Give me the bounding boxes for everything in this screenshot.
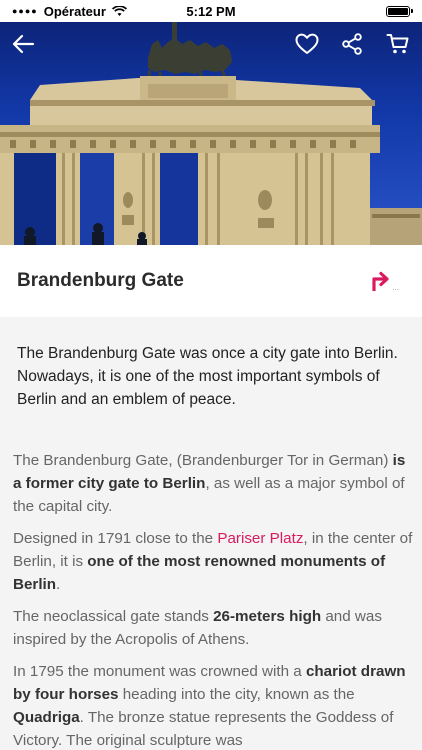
heart-icon bbox=[295, 33, 319, 54]
wifi-icon bbox=[111, 5, 127, 16]
directions-button[interactable]: ... bbox=[370, 270, 399, 292]
signal-icon: ●●●● bbox=[12, 6, 38, 16]
cart-button[interactable] bbox=[383, 29, 413, 59]
arrow-left-icon bbox=[12, 34, 35, 54]
article-paragraph-2: Designed in 1791 close to the Pariser Pl… bbox=[13, 527, 413, 596]
title-bar: Brandenburg Gate ... bbox=[0, 245, 422, 317]
article-paragraph-3: The neoclassical gate stands 26-meters h… bbox=[13, 605, 413, 651]
text-span: The neoclassical gate stands bbox=[13, 608, 214, 625]
text-span: Designed in 1791 close to the bbox=[13, 530, 218, 547]
share-button[interactable] bbox=[337, 29, 367, 59]
cart-icon bbox=[386, 34, 409, 54]
article-paragraph-4: In 1795 the monument was crowned with a … bbox=[13, 660, 413, 750]
turn-right-arrow-icon bbox=[372, 271, 389, 291]
text-span: In 1795 the monument was crowned with a bbox=[13, 663, 306, 680]
bold-text: 26-meters high bbox=[213, 608, 322, 625]
share-icon bbox=[342, 33, 362, 55]
directions-label: ... bbox=[392, 283, 399, 292]
page-title: Brandenburg Gate bbox=[17, 270, 184, 291]
text-span: heading into the city, known as the bbox=[118, 686, 355, 703]
carrier-label: Opérateur bbox=[43, 3, 106, 19]
article-paragraph-1: The Brandenburg Gate, (Brandenburger Tor… bbox=[13, 449, 413, 518]
favorite-button[interactable] bbox=[292, 29, 322, 59]
top-navigation bbox=[0, 26, 422, 66]
summary-text: The Brandenburg Gate was once a city gat… bbox=[17, 345, 398, 408]
article-body: The Brandenburg Gate, (Brandenburger Tor… bbox=[13, 449, 413, 750]
text-span: . bbox=[56, 576, 61, 593]
pariser-platz-link[interactable]: Pariser Platz bbox=[217, 530, 303, 547]
back-button[interactable] bbox=[8, 29, 38, 59]
text-span: The Brandenburg Gate, (Brandenburger Tor… bbox=[13, 452, 393, 469]
status-bar: ●●●● Opérateur 5:12 PM bbox=[0, 0, 422, 22]
bold-text: Quadriga bbox=[13, 709, 80, 726]
battery-icon bbox=[386, 5, 413, 17]
